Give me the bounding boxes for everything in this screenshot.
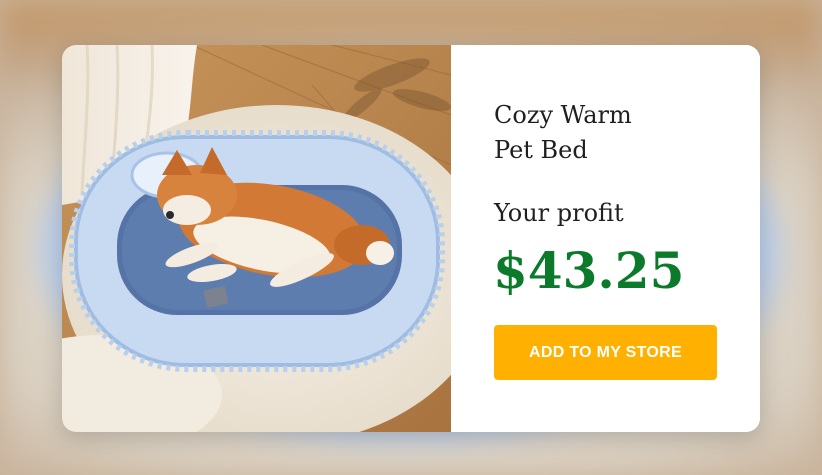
profit-label: Your profit [494,199,624,227]
product-image [62,45,451,432]
add-to-store-button[interactable]: ADD TO MY STORE [494,325,717,380]
product-info-panel: Cozy Warm Pet Bed Your profit $43.25 ADD… [451,45,760,432]
product-card: Cozy Warm Pet Bed Your profit $43.25 ADD… [62,45,760,432]
product-title: Cozy Warm Pet Bed [494,101,632,164]
profit-value: $43.25 [493,241,685,300]
